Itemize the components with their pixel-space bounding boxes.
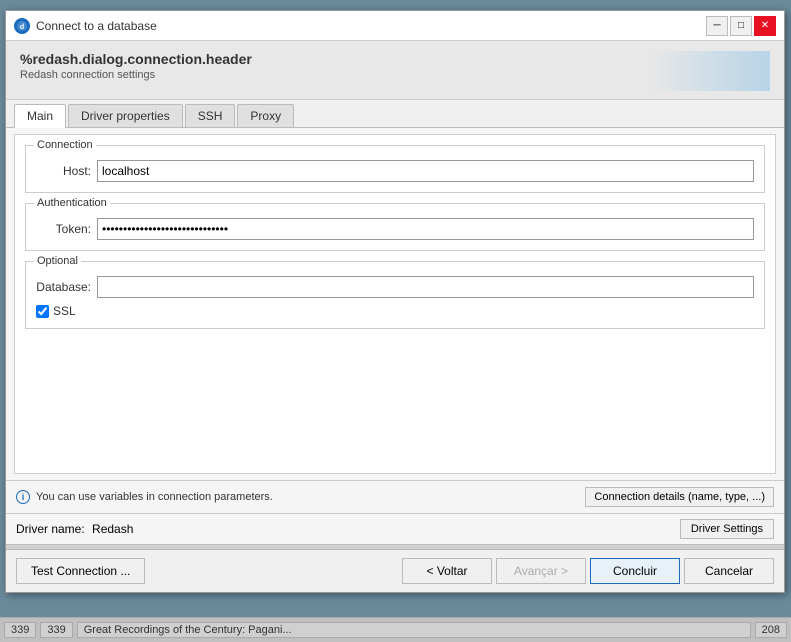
dialog-body: Main Driver properties SSH Proxy Connect… <box>6 100 784 544</box>
authentication-label: Authentication <box>34 197 110 209</box>
tab-proxy[interactable]: Proxy <box>237 104 294 127</box>
host-input[interactable] <box>97 160 754 182</box>
maximize-button[interactable]: □ <box>730 16 752 36</box>
tab-ssh[interactable]: SSH <box>185 104 236 127</box>
ssl-checkbox[interactable] <box>36 305 49 318</box>
info-bar: i You can use variables in connection pa… <box>6 480 784 513</box>
info-left: i You can use variables in connection pa… <box>16 490 273 504</box>
svg-text:d: d <box>20 24 24 31</box>
driver-info: Driver name: Redash <box>16 522 133 536</box>
tab-driver-properties[interactable]: Driver properties <box>68 104 183 127</box>
tab-bar: Main Driver properties SSH Proxy <box>6 100 784 128</box>
dialog-header: %redash.dialog.connection.header Redash … <box>6 41 784 100</box>
driver-bar: Driver name: Redash Driver Settings <box>6 513 784 544</box>
connection-label: Connection <box>34 139 96 151</box>
taskbar-col2: 339 <box>40 622 72 638</box>
title-bar: d Connect to a database ─ □ ✕ <box>6 11 784 41</box>
window-controls: ─ □ ✕ <box>706 16 776 36</box>
header-title: %redash.dialog.connection.header <box>20 51 252 67</box>
header-logo <box>650 51 770 91</box>
authentication-section: Authentication Token: <box>25 203 765 251</box>
driver-label: Driver name: <box>16 522 85 536</box>
token-label: Token: <box>36 222 91 236</box>
database-input[interactable] <box>97 276 754 298</box>
database-label: Database: <box>36 280 91 294</box>
header-subtitle: Redash connection settings <box>20 69 252 81</box>
token-row: Token: <box>36 218 754 240</box>
connection-details-button[interactable]: Connection details (name, type, ...) <box>585 487 774 507</box>
taskbar-col4: 208 <box>755 622 787 638</box>
connection-section: Connection Host: <box>25 145 765 193</box>
main-content: Connection Host: Authentication Token: <box>14 134 776 474</box>
close-button[interactable]: ✕ <box>754 16 776 36</box>
optional-label: Optional <box>34 255 81 267</box>
next-button[interactable]: Avançar > <box>496 558 586 584</box>
cancel-button[interactable]: Cancelar <box>684 558 774 584</box>
ssl-label: SSL <box>53 304 76 318</box>
database-row: Database: <box>36 276 754 298</box>
ssl-row: SSL <box>36 304 754 318</box>
token-input[interactable] <box>97 218 754 240</box>
taskbar-col3: Great Recordings of the Century: Pagani.… <box>77 622 751 638</box>
driver-settings-button[interactable]: Driver Settings <box>680 519 774 539</box>
back-button[interactable]: < Voltar <box>402 558 492 584</box>
nav-buttons: < Voltar Avançar > Concluir Cancelar <box>402 558 774 584</box>
test-connection-button[interactable]: Test Connection ... <box>16 558 145 584</box>
title-bar-left: d Connect to a database <box>14 18 157 34</box>
host-label: Host: <box>36 164 91 178</box>
taskbar-col1: 339 <box>4 622 36 638</box>
minimize-button[interactable]: ─ <box>706 16 728 36</box>
info-icon: i <box>16 490 30 504</box>
optional-section: Optional Database: SSL <box>25 261 765 329</box>
finish-button[interactable]: Concluir <box>590 558 680 584</box>
button-row: Test Connection ... < Voltar Avançar > C… <box>6 550 784 592</box>
dialog-title: Connect to a database <box>36 19 157 33</box>
info-message: You can use variables in connection para… <box>36 491 273 503</box>
connect-dialog: d Connect to a database ─ □ ✕ %redash.di… <box>5 10 785 593</box>
tab-main[interactable]: Main <box>14 104 66 128</box>
driver-name: Redash <box>92 522 133 536</box>
taskbar: 339 339 Great Recordings of the Century:… <box>0 617 791 642</box>
host-row: Host: <box>36 160 754 182</box>
app-icon: d <box>14 18 30 34</box>
